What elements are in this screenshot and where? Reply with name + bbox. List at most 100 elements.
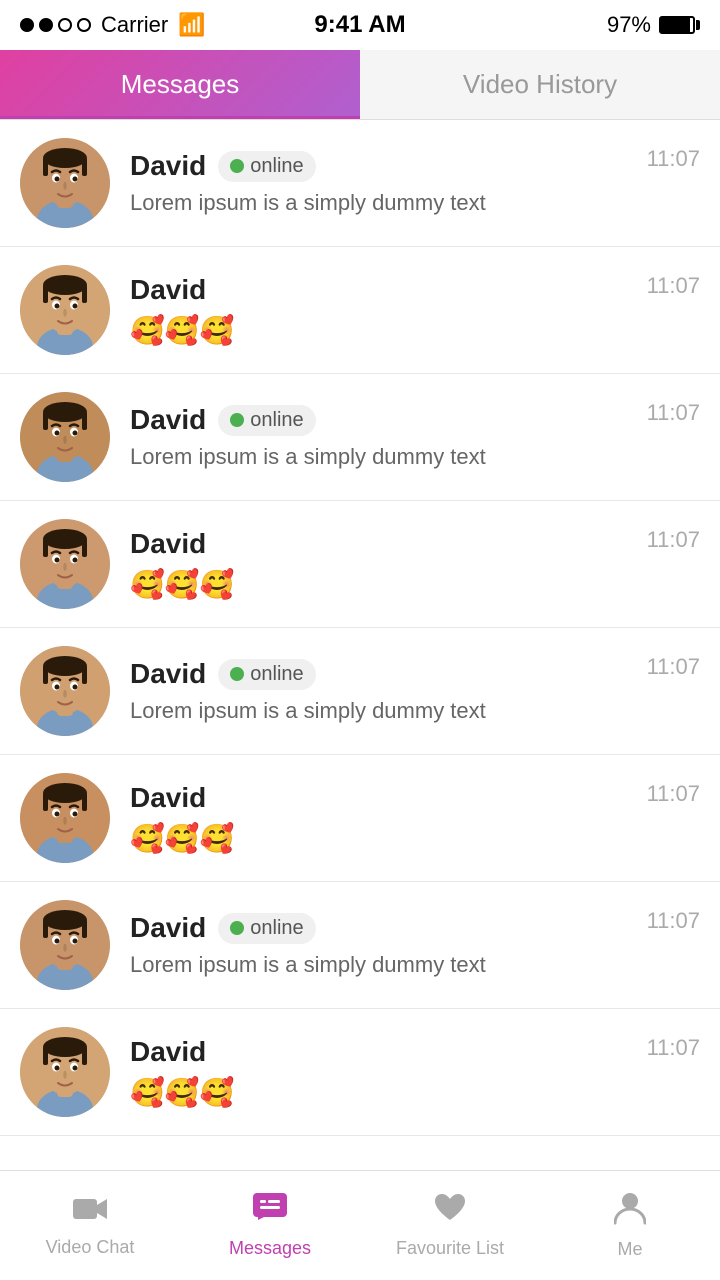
message-header: David online	[130, 150, 647, 182]
nav-messages[interactable]: Messages	[180, 1192, 360, 1259]
signal-dot-3	[58, 18, 72, 32]
online-badge: online	[218, 151, 315, 182]
bottom-nav: Video Chat Messages Favourite List	[0, 1170, 720, 1280]
avatar	[20, 773, 110, 863]
battery-fill	[661, 18, 690, 32]
message-header: David online	[130, 912, 647, 944]
signal-dot-1	[20, 18, 34, 32]
list-item[interactable]: David online Lorem ipsum is a simply dum…	[0, 882, 720, 1009]
message-preview: Lorem ipsum is a simply dummy text	[130, 698, 647, 724]
online-dot	[230, 413, 244, 427]
list-item[interactable]: David 🥰🥰🥰 11:07	[0, 247, 720, 374]
avatar	[20, 900, 110, 990]
message-header: David online	[130, 658, 647, 690]
nav-me[interactable]: Me	[540, 1191, 720, 1260]
online-dot	[230, 667, 244, 681]
message-content: David 🥰🥰🥰	[130, 274, 647, 347]
wifi-icon: 📶	[178, 12, 205, 38]
carrier-label: Carrier	[101, 12, 168, 38]
avatar	[20, 1027, 110, 1117]
top-tab-bar: Messages Video History	[0, 50, 720, 120]
nav-video-chat[interactable]: Video Chat	[0, 1194, 180, 1258]
battery-percent: 97%	[607, 12, 651, 38]
signal-dots	[20, 18, 91, 32]
message-content: David online Lorem ipsum is a simply dum…	[130, 404, 647, 470]
message-header: David	[130, 528, 647, 560]
message-header: David	[130, 1036, 647, 1068]
sender-name: David	[130, 912, 206, 944]
message-preview: Lorem ipsum is a simply dummy text	[130, 952, 647, 978]
message-time: 11:07	[647, 1035, 700, 1061]
sender-name: David	[130, 404, 206, 436]
online-label: online	[250, 409, 303, 432]
nav-favourite-list[interactable]: Favourite List	[360, 1192, 540, 1259]
message-preview: 🥰🥰🥰	[130, 568, 647, 601]
status-right: 97%	[607, 12, 700, 38]
signal-dot-2	[39, 18, 53, 32]
tab-video-history[interactable]: Video History	[360, 50, 720, 119]
message-content: David 🥰🥰🥰	[130, 782, 647, 855]
online-badge: online	[218, 913, 315, 944]
battery-body	[659, 16, 695, 34]
sender-name: David	[130, 528, 206, 560]
avatar	[20, 519, 110, 609]
sender-name: David	[130, 274, 206, 306]
avatar	[20, 392, 110, 482]
message-time: 11:07	[647, 781, 700, 807]
message-header: David	[130, 782, 647, 814]
message-time: 11:07	[647, 146, 700, 172]
tab-messages[interactable]: Messages	[0, 50, 360, 119]
list-item[interactable]: David 🥰🥰🥰 11:07	[0, 755, 720, 882]
messages-icon	[252, 1192, 288, 1232]
video-chat-icon	[72, 1194, 108, 1231]
list-item[interactable]: David 🥰🥰🥰 11:07	[0, 1009, 720, 1136]
online-dot	[230, 921, 244, 935]
message-preview: 🥰🥰🥰	[130, 822, 647, 855]
message-preview: Lorem ipsum is a simply dummy text	[130, 444, 647, 470]
online-dot	[230, 159, 244, 173]
list-item[interactable]: David 🥰🥰🥰 11:07	[0, 501, 720, 628]
message-time: 11:07	[647, 654, 700, 680]
status-left: Carrier 📶	[20, 12, 206, 38]
avatar	[20, 646, 110, 736]
message-time: 11:07	[647, 400, 700, 426]
nav-me-label: Me	[617, 1239, 642, 1260]
sender-name: David	[130, 658, 206, 690]
battery-icon	[659, 16, 700, 34]
battery-tip	[696, 20, 700, 30]
status-bar: Carrier 📶 9:41 AM 97%	[0, 0, 720, 50]
message-content: David 🥰🥰🥰	[130, 528, 647, 601]
nav-favourite-list-label: Favourite List	[396, 1238, 504, 1259]
list-item[interactable]: David online Lorem ipsum is a simply dum…	[0, 374, 720, 501]
online-label: online	[250, 663, 303, 686]
avatar	[20, 138, 110, 228]
message-preview: Lorem ipsum is a simply dummy text	[130, 190, 647, 216]
sender-name: David	[130, 1036, 206, 1068]
message-content: David online Lorem ipsum is a simply dum…	[130, 912, 647, 978]
message-time: 11:07	[647, 273, 700, 299]
message-time: 11:07	[647, 908, 700, 934]
sender-name: David	[130, 782, 206, 814]
online-label: online	[250, 155, 303, 178]
list-item[interactable]: David online Lorem ipsum is a simply dum…	[0, 628, 720, 755]
online-badge: online	[218, 405, 315, 436]
message-content: David online Lorem ipsum is a simply dum…	[130, 658, 647, 724]
message-preview: 🥰🥰🥰	[130, 314, 647, 347]
online-badge: online	[218, 659, 315, 690]
nav-video-chat-label: Video Chat	[46, 1237, 135, 1258]
list-item[interactable]: David online Lorem ipsum is a simply dum…	[0, 120, 720, 247]
message-preview: 🥰🥰🥰	[130, 1076, 647, 1109]
signal-dot-4	[77, 18, 91, 32]
me-icon	[614, 1191, 646, 1233]
status-time: 9:41 AM	[314, 11, 405, 39]
favourite-list-icon	[433, 1192, 467, 1232]
message-content: David online Lorem ipsum is a simply dum…	[130, 150, 647, 216]
sender-name: David	[130, 150, 206, 182]
message-list: David online Lorem ipsum is a simply dum…	[0, 120, 720, 1256]
message-time: 11:07	[647, 527, 700, 553]
online-label: online	[250, 917, 303, 940]
message-header: David	[130, 274, 647, 306]
message-header: David online	[130, 404, 647, 436]
avatar	[20, 265, 110, 355]
message-content: David 🥰🥰🥰	[130, 1036, 647, 1109]
